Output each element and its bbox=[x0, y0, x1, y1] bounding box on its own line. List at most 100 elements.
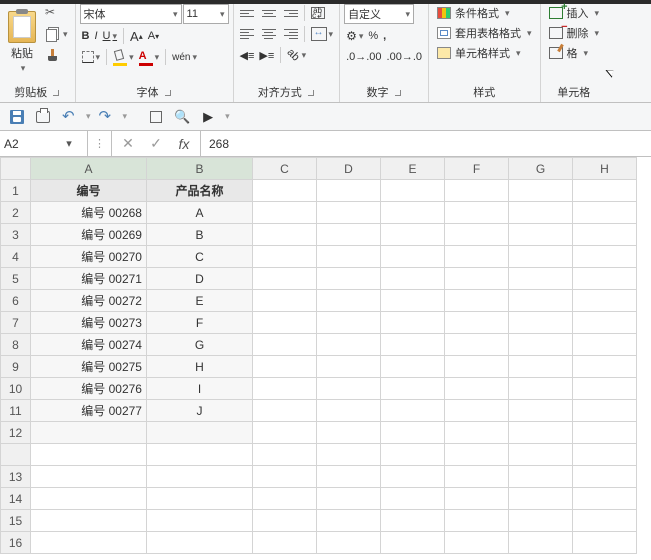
cell[interactable] bbox=[573, 224, 637, 246]
cell-A10[interactable]: 编号 00276 bbox=[31, 378, 147, 400]
cell-B8[interactable]: G bbox=[147, 334, 253, 356]
cell[interactable] bbox=[445, 246, 509, 268]
cell[interactable] bbox=[509, 510, 573, 532]
align-bottom-button[interactable] bbox=[280, 4, 300, 22]
cell[interactable] bbox=[381, 510, 445, 532]
cell[interactable] bbox=[317, 510, 381, 532]
cell[interactable] bbox=[147, 488, 253, 510]
cell[interactable] bbox=[509, 400, 573, 422]
cell[interactable] bbox=[381, 532, 445, 554]
decrease-indent-button[interactable]: ◀≡ bbox=[238, 46, 257, 64]
cell[interactable] bbox=[253, 400, 317, 422]
cell[interactable] bbox=[573, 488, 637, 510]
undo-button[interactable] bbox=[58, 106, 80, 128]
col-header-E[interactable]: E bbox=[381, 158, 445, 180]
cell[interactable] bbox=[317, 400, 381, 422]
cell[interactable] bbox=[381, 488, 445, 510]
cell-A7[interactable]: 编号 00273 bbox=[31, 312, 147, 334]
cell[interactable] bbox=[381, 268, 445, 290]
enter-formula-button[interactable]: ✓ bbox=[146, 134, 166, 154]
cell[interactable] bbox=[253, 290, 317, 312]
row-header-5[interactable]: 5 bbox=[1, 268, 31, 290]
cell[interactable] bbox=[317, 422, 381, 444]
cell[interactable] bbox=[381, 246, 445, 268]
cell[interactable] bbox=[381, 290, 445, 312]
row-header-1[interactable]: 1 bbox=[1, 180, 31, 202]
align-middle-button[interactable] bbox=[259, 4, 279, 22]
cell[interactable] bbox=[147, 466, 253, 488]
print-button[interactable] bbox=[32, 106, 54, 128]
cell[interactable] bbox=[573, 268, 637, 290]
cell[interactable] bbox=[573, 378, 637, 400]
conditional-format-button[interactable]: 条件格式▾ bbox=[433, 4, 536, 22]
cell[interactable] bbox=[445, 180, 509, 202]
cell[interactable] bbox=[573, 180, 637, 202]
cell[interactable] bbox=[253, 334, 317, 356]
cell-A5[interactable]: 编号 00271 bbox=[31, 268, 147, 290]
increase-indent-button[interactable]: ▶≡ bbox=[257, 46, 276, 64]
row-header-12[interactable]: 12 bbox=[1, 422, 31, 444]
cell[interactable] bbox=[317, 290, 381, 312]
cell[interactable] bbox=[509, 422, 573, 444]
paste-button[interactable]: 粘贴 ▾ bbox=[4, 2, 40, 82]
redo-button[interactable] bbox=[95, 106, 117, 128]
cell-B9[interactable]: H bbox=[147, 356, 253, 378]
cell[interactable] bbox=[317, 224, 381, 246]
cell-A11[interactable]: 编号 00277 bbox=[31, 400, 147, 422]
dialog-launcher-icon[interactable] bbox=[305, 87, 315, 97]
cell[interactable] bbox=[573, 532, 637, 554]
phonetic-button[interactable]: wén▾ bbox=[170, 48, 199, 66]
select-all-corner[interactable] bbox=[1, 158, 31, 180]
cell[interactable] bbox=[445, 532, 509, 554]
cell-B10[interactable]: I bbox=[147, 378, 253, 400]
cell[interactable] bbox=[381, 466, 445, 488]
cut-button[interactable] bbox=[42, 2, 71, 22]
fx-button[interactable]: fx bbox=[174, 134, 194, 154]
cell[interactable] bbox=[445, 312, 509, 334]
cell-A4[interactable]: 编号 00270 bbox=[31, 246, 147, 268]
number-format-select[interactable]: 自定义▾ bbox=[344, 4, 414, 24]
col-header-C[interactable]: C bbox=[253, 158, 317, 180]
align-center-button[interactable] bbox=[259, 25, 279, 43]
cell[interactable] bbox=[253, 224, 317, 246]
cell[interactable] bbox=[445, 422, 509, 444]
cell[interactable] bbox=[445, 202, 509, 224]
cell-A8[interactable]: 编号 00274 bbox=[31, 334, 147, 356]
cell[interactable] bbox=[317, 334, 381, 356]
row-header-8[interactable]: 8 bbox=[1, 334, 31, 356]
cell[interactable] bbox=[147, 422, 253, 444]
row-header-3[interactable]: 3 bbox=[1, 224, 31, 246]
cancel-formula-button[interactable]: ✕ bbox=[118, 134, 138, 154]
cell[interactable] bbox=[573, 422, 637, 444]
dialog-launcher-icon[interactable] bbox=[162, 87, 172, 97]
cell[interactable] bbox=[509, 290, 573, 312]
cell[interactable] bbox=[253, 202, 317, 224]
cell-B6[interactable]: E bbox=[147, 290, 253, 312]
cell[interactable] bbox=[573, 466, 637, 488]
wrap-text-button[interactable]: abc↲ bbox=[309, 4, 327, 22]
row-header-16[interactable]: 16 bbox=[1, 532, 31, 554]
cell[interactable] bbox=[573, 510, 637, 532]
col-header-B[interactable]: B bbox=[147, 158, 253, 180]
format-cells-button[interactable]: 格▾ bbox=[545, 44, 604, 62]
cell[interactable] bbox=[509, 378, 573, 400]
cell[interactable] bbox=[317, 202, 381, 224]
cell[interactable] bbox=[317, 378, 381, 400]
cell[interactable] bbox=[509, 268, 573, 290]
cell-B11[interactable]: J bbox=[147, 400, 253, 422]
copy-button[interactable]: ▾ bbox=[42, 24, 71, 44]
cell[interactable] bbox=[253, 466, 317, 488]
cell[interactable] bbox=[253, 422, 317, 444]
cell[interactable] bbox=[381, 312, 445, 334]
row-header-4[interactable]: 4 bbox=[1, 246, 31, 268]
cell-styles-button[interactable]: 单元格样式▾ bbox=[433, 44, 536, 62]
cell[interactable] bbox=[31, 532, 147, 554]
font-color-button[interactable]: A▾ bbox=[137, 48, 162, 66]
row-header-9[interactable]: 9 bbox=[1, 356, 31, 378]
cell[interactable] bbox=[573, 334, 637, 356]
cell-A2[interactable]: 编号 00268 bbox=[31, 202, 147, 224]
cell[interactable] bbox=[509, 312, 573, 334]
cell[interactable] bbox=[509, 202, 573, 224]
align-right-button[interactable] bbox=[280, 25, 300, 43]
cell[interactable] bbox=[445, 488, 509, 510]
